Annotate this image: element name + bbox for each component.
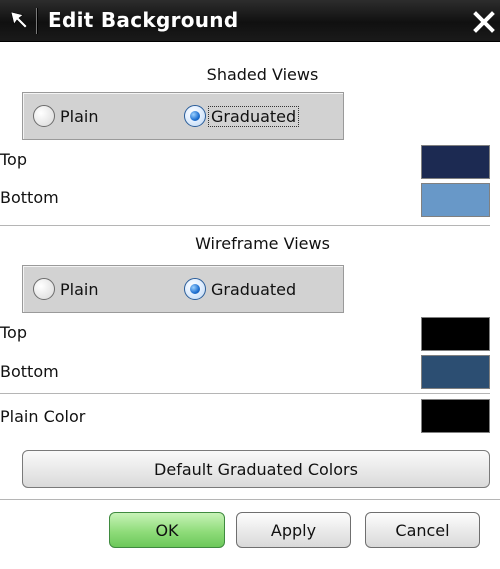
edit-background-dialog: Edit Background Shaded Views Plain Gradu… (0, 0, 500, 569)
cancel-button[interactable]: Cancel (365, 512, 480, 548)
shaded-plain-radio[interactable]: Plain (33, 105, 100, 127)
shaded-top-color-swatch[interactable] (421, 145, 490, 179)
shaded-views-radio-group: Plain Graduated (22, 92, 344, 140)
shaded-top-label: Top (0, 150, 27, 169)
wireframe-graduated-radio[interactable]: Graduated (184, 278, 298, 300)
default-graduated-colors-button[interactable]: Default Graduated Colors (22, 450, 490, 488)
wireframe-top-color-swatch[interactable] (421, 317, 490, 351)
wireframe-plain-radio[interactable]: Plain (33, 278, 100, 300)
divider (0, 225, 490, 226)
shaded-views-heading: Shaded Views (206, 65, 319, 84)
ok-button[interactable]: OK (109, 512, 225, 548)
divider (0, 499, 500, 500)
wireframe-plain-label: Plain (60, 279, 99, 299)
wireframe-top-label: Top (0, 323, 27, 342)
shaded-bottom-label: Bottom (0, 188, 59, 207)
shaded-plain-label: Plain (60, 106, 99, 126)
close-button[interactable] (468, 8, 500, 36)
apply-button[interactable]: Apply (236, 512, 351, 548)
radio-checked-icon (184, 105, 206, 127)
title-separator (36, 8, 38, 34)
window-title: Edit Background (48, 8, 239, 32)
radio-unchecked-icon (33, 278, 55, 300)
divider (0, 393, 490, 394)
plain-color-swatch[interactable] (421, 399, 490, 433)
shaded-bottom-color-swatch[interactable] (421, 183, 490, 217)
radio-unchecked-icon (33, 105, 55, 127)
plain-color-label: Plain Color (0, 407, 86, 426)
shaded-graduated-label: Graduated (207, 105, 300, 127)
wireframe-views-radio-group: Plain Graduated (22, 265, 344, 313)
wireframe-bottom-label: Bottom (0, 362, 59, 381)
radio-checked-icon (184, 278, 206, 300)
shaded-graduated-radio[interactable]: Graduated (184, 105, 300, 127)
wireframe-graduated-label: Graduated (211, 279, 297, 299)
title-bar[interactable]: Edit Background (0, 0, 500, 42)
wireframe-bottom-color-swatch[interactable] (421, 355, 490, 389)
close-icon (473, 11, 495, 33)
wireframe-views-heading: Wireframe Views (195, 234, 330, 253)
arrow-icon (10, 11, 28, 29)
